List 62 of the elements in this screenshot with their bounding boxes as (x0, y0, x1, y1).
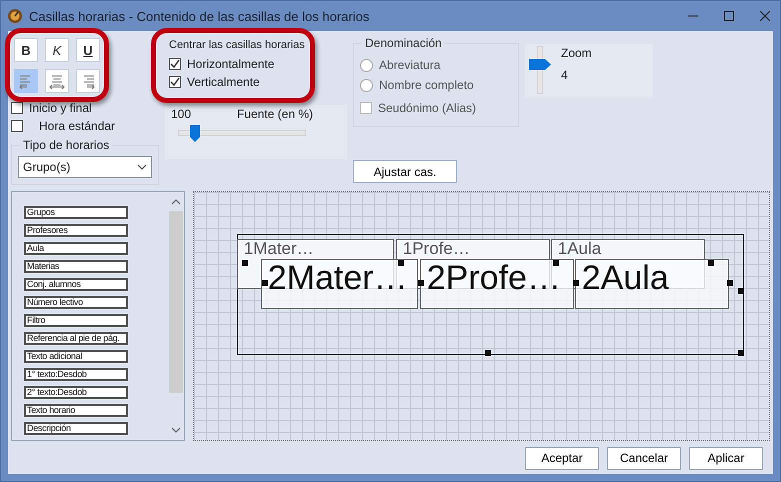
field-item[interactable]: 2° texto:Desdob (24, 386, 128, 399)
dialog-button[interactable]: Cancelar (607, 446, 681, 470)
radio-button[interactable] (360, 58, 373, 72)
zoom-label: Zoom (561, 46, 592, 60)
scroll-down-icon[interactable] (170, 426, 181, 434)
checkbox-label: Seudónimo (Alias) (378, 101, 476, 115)
field-item[interactable]: Filtro (24, 314, 128, 327)
bold-button[interactable]: B (14, 38, 38, 62)
align-center-icon (49, 73, 65, 89)
checkbox-label: Verticalmente (187, 75, 260, 89)
checkbox[interactable] (169, 58, 181, 70)
resize-handle[interactable] (738, 350, 744, 356)
cell-field[interactable]: 2Aula (574, 259, 729, 309)
close-icon[interactable] (760, 11, 770, 21)
align-left-button[interactable] (14, 69, 38, 93)
app-icon (7, 8, 23, 24)
radio-label: Nombre completo (379, 78, 474, 92)
field-item[interactable]: Materias (24, 260, 128, 273)
field-item[interactable]: Descripción (24, 422, 128, 435)
checkbox-label: Hora estándar (39, 119, 116, 133)
radio-label: Abreviatura (379, 58, 440, 72)
font-size-slider[interactable] (175, 125, 309, 142)
cell-field[interactable]: 2Profe… (420, 259, 574, 309)
font-size-reading: 100 (171, 107, 192, 121)
align-center-button[interactable] (45, 69, 69, 93)
fit-cells-button[interactable]: Ajustar cas. (353, 160, 457, 183)
checkbox[interactable] (360, 102, 372, 114)
group-label: Denominación (362, 36, 445, 50)
font-size-label: Fuente (en %) (236, 107, 313, 121)
checkbox[interactable] (11, 120, 23, 132)
zoom-reading: 4 (561, 68, 569, 82)
field-item[interactable]: Aula (24, 242, 128, 255)
field-item[interactable]: Número lectivo (24, 296, 128, 309)
maximize-icon[interactable] (724, 11, 734, 21)
zoom-slider[interactable] (529, 46, 551, 94)
dialog-button[interactable]: Aplicar (689, 446, 763, 470)
chevron-icon (137, 164, 147, 170)
underline-button[interactable]: U (76, 38, 100, 62)
group-title: Centrar las casillas horarias (169, 39, 306, 51)
slider-thumb[interactable] (190, 125, 200, 142)
checkbox[interactable] (11, 102, 23, 114)
group-label: Tipo de horarios (20, 138, 112, 152)
schedule-type-select[interactable]: Grupo(s) (18, 156, 152, 178)
scroll-up-icon[interactable] (170, 198, 181, 206)
checkbox-label: Inicio y final (29, 101, 92, 115)
field-item[interactable]: Texto adicional (24, 350, 128, 363)
field-item[interactable]: Referencia al pie de pág. (24, 332, 128, 345)
resize-handle[interactable] (484, 350, 491, 356)
field-item[interactable]: Profesores (24, 224, 128, 237)
field-item[interactable]: 1° texto:Desdob (24, 368, 128, 381)
italic-button[interactable]: K (45, 38, 69, 62)
window-title: Casillas horarias - Contenido de las casillas de los horarios (29, 8, 370, 24)
slider-thumb[interactable] (529, 58, 551, 70)
field-item[interactable]: Texto horario (24, 404, 128, 417)
checkbox[interactable] (169, 76, 181, 88)
radio-button[interactable] (360, 78, 373, 92)
cell-field[interactable]: 2Mater… (260, 259, 418, 309)
field-item[interactable]: Conj. alumnos (24, 278, 128, 291)
field-item[interactable]: Grupos (24, 206, 128, 219)
dialog-button[interactable]: Aceptar (525, 446, 599, 470)
align-right-button[interactable] (76, 69, 100, 93)
checkbox-label: Horizontalmente (187, 57, 274, 71)
